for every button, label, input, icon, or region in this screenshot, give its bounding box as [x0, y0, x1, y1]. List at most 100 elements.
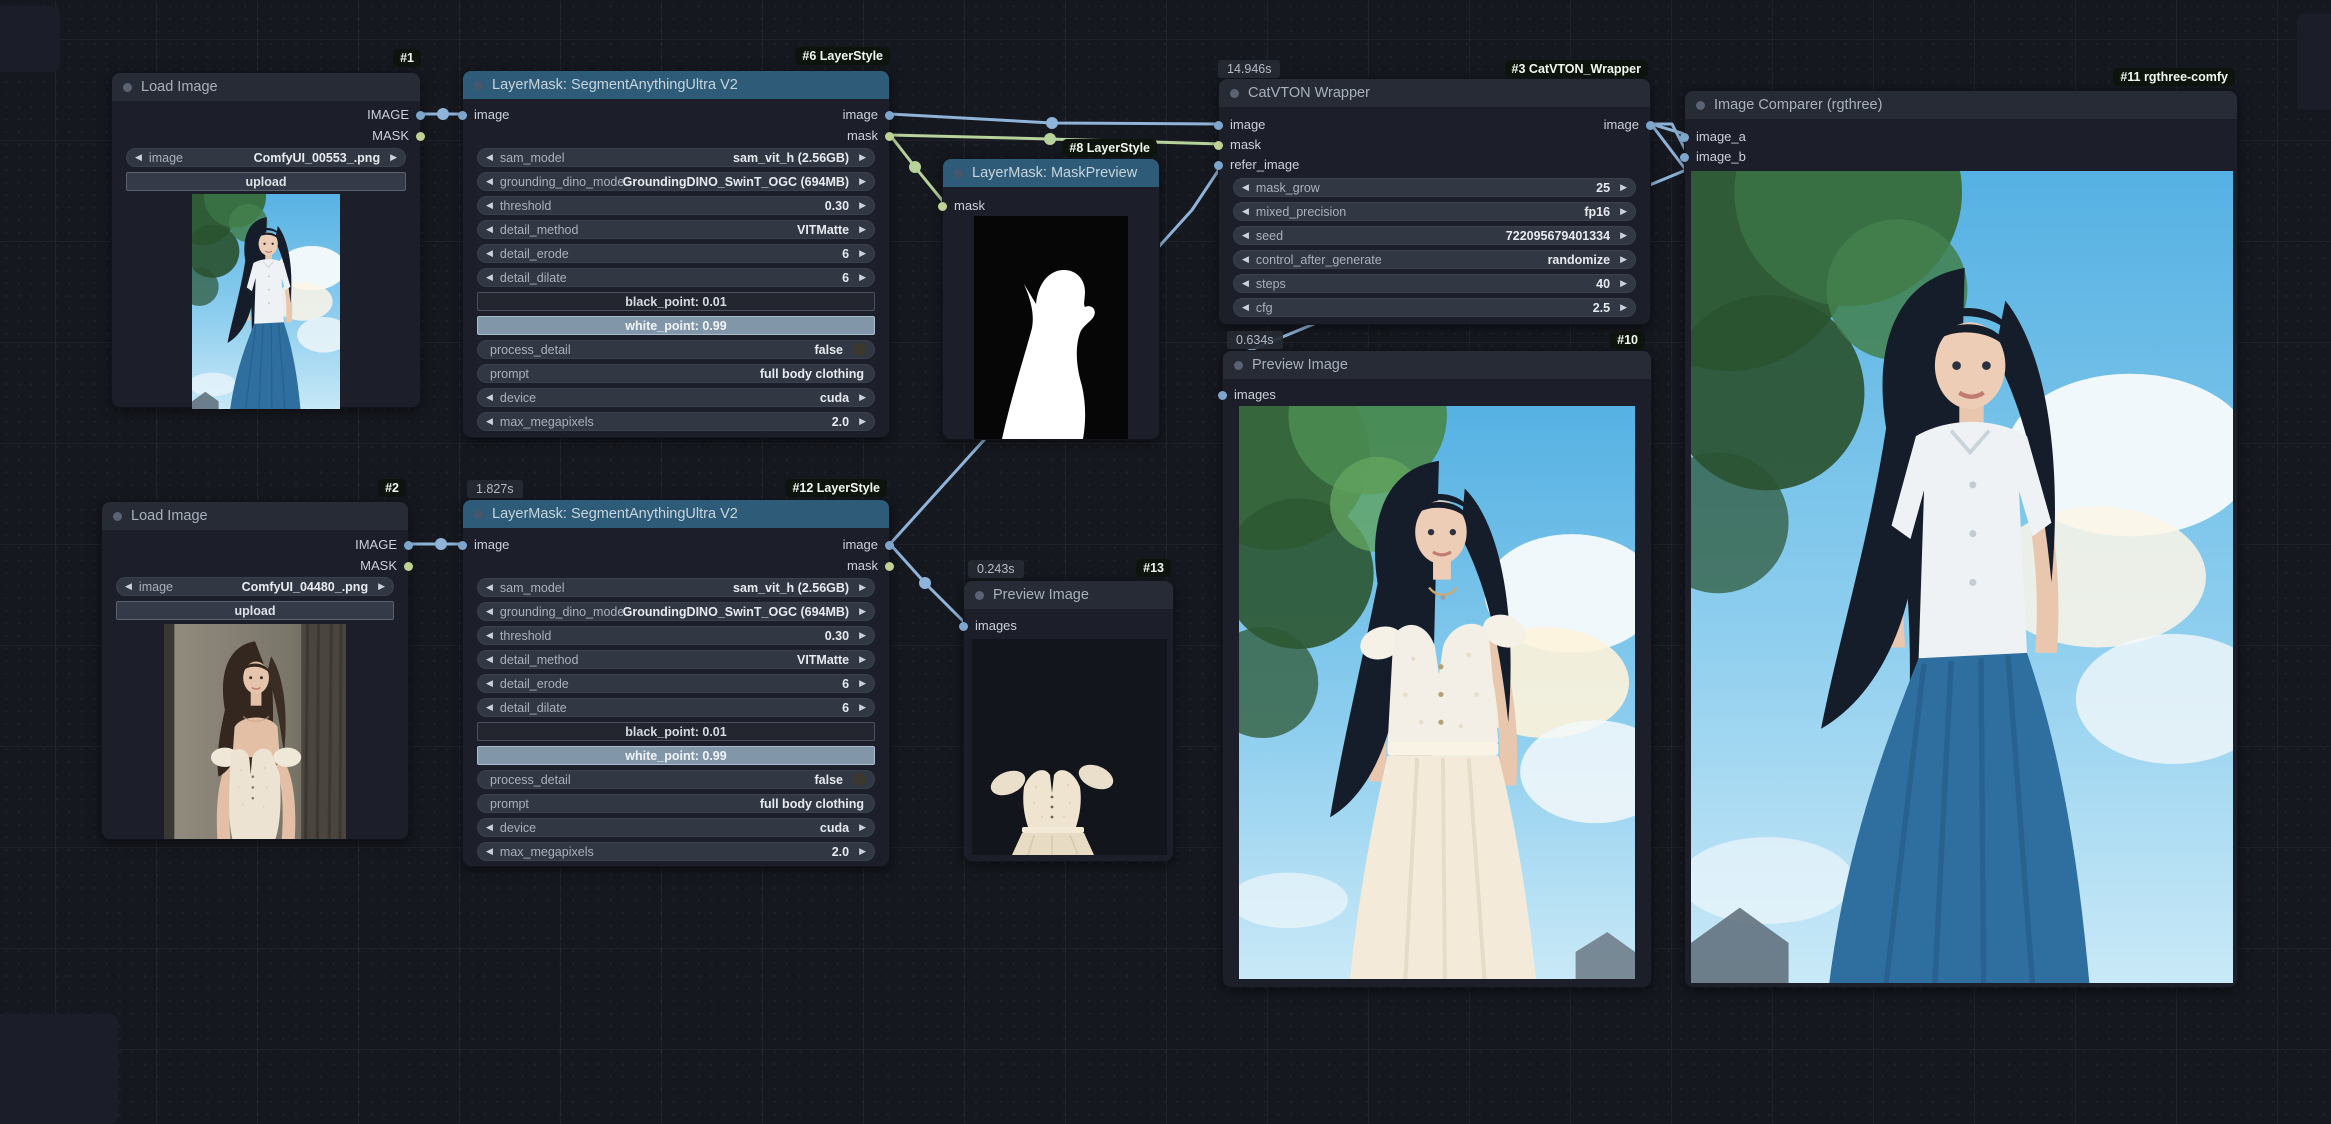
arrow-left-icon[interactable]: ◀: [125, 581, 132, 592]
widget-black_point[interactable]: black_point: 0.01: [477, 292, 875, 311]
arrow-left-icon[interactable]: ◀: [1242, 206, 1249, 217]
arrow-right-icon[interactable]: ▶: [390, 152, 397, 163]
arrow-left-icon[interactable]: ◀: [486, 392, 493, 403]
widget-device[interactable]: ◀devicecuda▶: [477, 388, 875, 407]
arrow-right-icon[interactable]: ▶: [859, 582, 866, 593]
collapse-dot-icon[interactable]: [1230, 89, 1239, 98]
arrow-right-icon[interactable]: ▶: [859, 678, 866, 689]
widget-process_detail[interactable]: process_detailfalse: [477, 770, 875, 789]
widget-max_megapixels[interactable]: ◀max_megapixels2.0▶: [477, 842, 875, 861]
arrow-left-icon[interactable]: ◀: [486, 822, 493, 833]
widget-grounding_dino_model[interactable]: ◀grounding_dino_modelGroundingDINO_SwinT…: [477, 172, 875, 191]
comparer-image-view[interactable]: [1691, 171, 2233, 983]
widget-upload[interactable]: upload: [116, 601, 394, 620]
node-header[interactable]: Preview Image: [964, 581, 1173, 609]
collapse-dot-icon[interactable]: [474, 510, 483, 519]
collapse-dot-icon[interactable]: [113, 512, 122, 521]
input-slot-image[interactable]: image: [458, 106, 509, 124]
widget-detail_dilate[interactable]: ◀detail_dilate6▶: [477, 698, 875, 717]
arrow-left-icon[interactable]: ◀: [1242, 254, 1249, 265]
arrow-right-icon[interactable]: ▶: [859, 200, 866, 211]
widget-control_after_generate[interactable]: ◀control_after_generaterandomize▶: [1233, 250, 1636, 269]
widget-white_point[interactable]: white_point: 0.99: [477, 746, 875, 765]
node-header[interactable]: LayerMask: SegmentAnythingUltra V2: [463, 71, 889, 99]
collapse-dot-icon[interactable]: [1234, 361, 1243, 370]
arrow-right-icon[interactable]: ▶: [859, 702, 866, 713]
collapse-dot-icon[interactable]: [975, 591, 984, 600]
arrow-right-icon[interactable]: ▶: [1620, 230, 1627, 241]
arrow-right-icon[interactable]: ▶: [1620, 302, 1627, 313]
arrow-left-icon[interactable]: ◀: [486, 416, 493, 427]
widget-detail_dilate[interactable]: ◀detail_dilate6▶: [477, 268, 875, 287]
slot-dot-mask-icon[interactable]: [938, 202, 947, 211]
widget-cfg[interactable]: ◀cfg2.5▶: [1233, 298, 1636, 317]
widget-prompt[interactable]: promptfull body clothing: [477, 794, 875, 813]
slot-dot-image-icon[interactable]: [1214, 161, 1223, 170]
node-mask-preview-8[interactable]: LayerMask: MaskPreview mask: [942, 158, 1160, 440]
arrow-right-icon[interactable]: ▶: [859, 392, 866, 403]
slot-dot-image-icon[interactable]: [959, 622, 968, 631]
arrow-right-icon[interactable]: ▶: [859, 248, 866, 259]
arrow-left-icon[interactable]: ◀: [135, 152, 142, 163]
slot-dot-image-icon[interactable]: [404, 541, 413, 550]
node-header[interactable]: Image Comparer (rgthree): [1685, 91, 2237, 119]
output-slot-mask[interactable]: MASK: [372, 127, 425, 145]
arrow-left-icon[interactable]: ◀: [486, 152, 493, 163]
output-slot-image[interactable]: image: [843, 106, 894, 124]
widget-mask_grow[interactable]: ◀mask_grow25▶: [1233, 178, 1636, 197]
node-header[interactable]: LayerMask: MaskPreview: [943, 159, 1159, 187]
widget-grounding_dino_model[interactable]: ◀grounding_dino_modelGroundingDINO_SwinT…: [477, 602, 875, 621]
arrow-right-icon[interactable]: ▶: [859, 224, 866, 235]
input-slot-image-a[interactable]: image_a: [1680, 128, 1746, 146]
widget-prompt[interactable]: promptfull body clothing: [477, 364, 875, 383]
collapse-dot-icon[interactable]: [1696, 101, 1705, 110]
widget-detail_erode[interactable]: ◀detail_erode6▶: [477, 674, 875, 693]
widget-image[interactable]: ◀imageComfyUI_04480_.png▶: [116, 577, 394, 596]
input-slot-refer-image[interactable]: refer_image: [1214, 156, 1299, 174]
widget-process_detail[interactable]: process_detailfalse: [477, 340, 875, 359]
widget-detail_method[interactable]: ◀detail_methodVITMatte▶: [477, 650, 875, 669]
node-preview-image-13[interactable]: Preview Image images: [963, 580, 1174, 862]
input-slot-images[interactable]: images: [1218, 386, 1276, 404]
arrow-left-icon[interactable]: ◀: [486, 678, 493, 689]
node-segment-anything-6[interactable]: LayerMask: SegmentAnythingUltra V2 image…: [462, 70, 890, 438]
slot-dot-image-icon[interactable]: [1214, 121, 1223, 130]
arrow-left-icon[interactable]: ◀: [486, 272, 493, 283]
arrow-right-icon[interactable]: ▶: [1620, 206, 1627, 217]
output-slot-image[interactable]: image: [1604, 116, 1655, 134]
collapse-dot-icon[interactable]: [123, 83, 132, 92]
slot-dot-image-icon[interactable]: [458, 541, 467, 550]
widget-white_point[interactable]: white_point: 0.99: [477, 316, 875, 335]
input-slot-image-b[interactable]: image_b: [1680, 148, 1746, 166]
arrow-left-icon[interactable]: ◀: [486, 702, 493, 713]
widget-sam_model[interactable]: ◀sam_modelsam_vit_h (2.56GB)▶: [477, 578, 875, 597]
widget-threshold[interactable]: ◀threshold0.30▶: [477, 196, 875, 215]
node-image-comparer-11[interactable]: Image Comparer (rgthree) image_a image_b: [1684, 90, 2238, 988]
arrow-left-icon[interactable]: ◀: [486, 606, 493, 617]
node-load-image-1[interactable]: Load Image IMAGE MASK ◀imageComfyUI_0055…: [111, 72, 421, 408]
arrow-left-icon[interactable]: ◀: [486, 846, 493, 857]
toggle-knob-icon[interactable]: [853, 773, 866, 786]
slot-dot-image-icon[interactable]: [416, 111, 425, 120]
node-header[interactable]: Load Image: [112, 73, 420, 101]
slot-dot-image-icon[interactable]: [885, 541, 894, 550]
slot-dot-image-icon[interactable]: [458, 111, 467, 120]
slot-dot-image-icon[interactable]: [1680, 153, 1689, 162]
arrow-left-icon[interactable]: ◀: [486, 654, 493, 665]
output-slot-mask[interactable]: mask: [847, 557, 894, 575]
collapse-dot-icon[interactable]: [954, 169, 963, 178]
link-seg6-mask-to-catvton[interactable]: [890, 135, 1222, 144]
node-preview-image-10[interactable]: Preview Image images: [1222, 350, 1652, 988]
input-slot-image[interactable]: image: [458, 536, 509, 554]
slot-dot-image-icon[interactable]: [885, 111, 894, 120]
arrow-right-icon[interactable]: ▶: [859, 416, 866, 427]
node-header[interactable]: LayerMask: SegmentAnythingUltra V2: [463, 500, 889, 528]
output-slot-image[interactable]: IMAGE: [367, 106, 425, 124]
widget-device[interactable]: ◀devicecuda▶: [477, 818, 875, 837]
widget-steps[interactable]: ◀steps40▶: [1233, 274, 1636, 293]
slot-dot-mask-icon[interactable]: [885, 562, 894, 571]
arrow-right-icon[interactable]: ▶: [859, 846, 866, 857]
slot-dot-image-icon[interactable]: [1680, 133, 1689, 142]
arrow-left-icon[interactable]: ◀: [486, 248, 493, 259]
arrow-left-icon[interactable]: ◀: [486, 582, 493, 593]
